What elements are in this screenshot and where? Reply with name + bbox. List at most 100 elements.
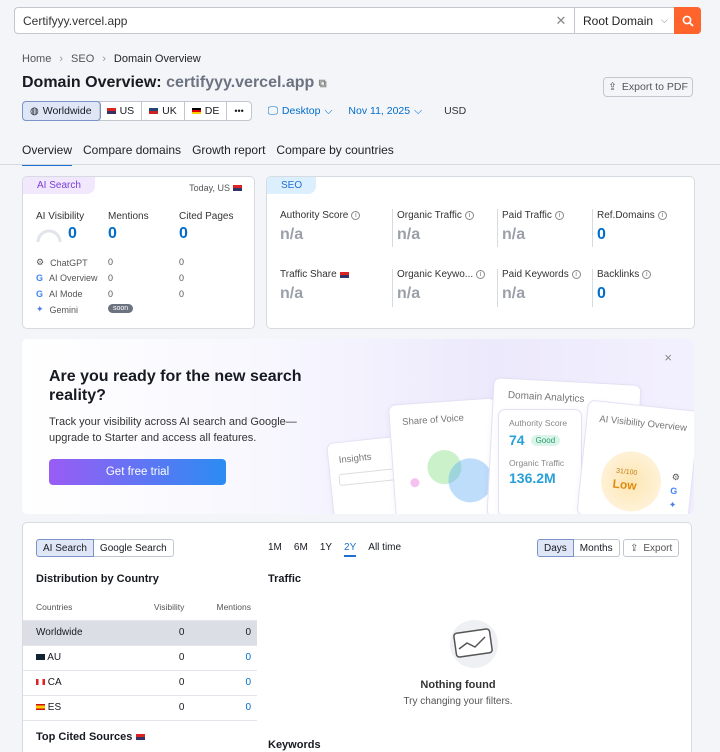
traffic-title: Traffic (268, 573, 302, 585)
ai-overview-cited[interactable]: 0 (179, 273, 184, 283)
get-free-trial-button[interactable]: Get free trial (49, 459, 226, 485)
close-icon[interactable]: × (664, 350, 672, 365)
banner-heading: Are you ready for the new search reality… (49, 368, 302, 404)
authority-mini-value: 74 (509, 432, 525, 448)
mentions-cell[interactable]: 0 (184, 695, 257, 721)
region-worldwide[interactable]: ◍ Worldwide (22, 101, 101, 121)
search-type-toggle: AI Search Google Search (36, 539, 174, 557)
period-1y[interactable]: 1Y (320, 542, 332, 557)
period-1m[interactable]: 1M (268, 542, 282, 557)
table-row[interactable]: CA 0 0 (23, 670, 257, 696)
export-pdf-button[interactable]: ⇪ Export to PDF (603, 77, 693, 97)
tab-compare-countries[interactable]: Compare by countries (276, 143, 393, 166)
search-input[interactable]: Certifyyy.vercel.app (15, 8, 548, 33)
device-select[interactable]: 🖵 Desktop ⌵ (268, 105, 333, 118)
table-row[interactable]: AU 0 0 (23, 645, 257, 671)
backlinks-value[interactable]: 0 (597, 285, 606, 303)
external-link-icon[interactable]: ⧉ (319, 78, 327, 90)
period-all-time[interactable]: All time (368, 542, 401, 557)
period-2y[interactable]: 2Y (344, 542, 357, 557)
paid-traffic-label: Paid Traffic i (502, 210, 564, 221)
date-label: Nov 11, 2025 (348, 105, 411, 117)
ai-card-meta: Today, US (189, 183, 242, 193)
gemini-icon: ✦ (668, 499, 677, 511)
metric-label: Organic Traffic (397, 210, 462, 221)
country-cell: AU (23, 645, 130, 671)
table-row[interactable]: Worldwide 0 0 (23, 620, 257, 646)
country-cell: CA (23, 670, 130, 696)
gauge-label: Low (611, 476, 638, 493)
chevron-down-icon: ⌵ (414, 104, 423, 117)
tab-growth-report[interactable]: Growth report (192, 143, 265, 166)
info-icon[interactable]: i (642, 270, 652, 279)
ai-mode-mentions[interactable]: 0 (108, 289, 113, 299)
clear-icon[interactable]: ✕ (548, 13, 574, 29)
table-row[interactable]: ES 0 0 (23, 695, 257, 721)
unit-months[interactable]: Months (573, 539, 620, 557)
metric-label: Organic Keywo... (397, 269, 474, 280)
info-icon[interactable]: i (464, 211, 474, 220)
paid-keywords-value: n/a (502, 285, 526, 302)
info-icon[interactable]: i (476, 270, 486, 279)
ai-mode-cited[interactable]: 0 (179, 289, 184, 299)
ref-domains-value[interactable]: 0 (597, 226, 606, 244)
mentions-cell[interactable]: 0 (184, 670, 257, 696)
us-flag-icon (233, 185, 242, 191)
ai-visibility-value[interactable]: 0 (68, 225, 77, 243)
nothing-found-subtitle: Try changing your filters. (403, 696, 513, 707)
divider (497, 209, 498, 247)
info-icon[interactable]: i (657, 211, 667, 220)
cited-title-text: Top Cited Sources (36, 731, 133, 743)
title-domain[interactable]: certifyyy.vercel.app (166, 74, 314, 91)
mentions-value[interactable]: 0 (108, 225, 117, 243)
ai-visibility-label: AI Visibility (36, 211, 85, 222)
region-uk[interactable]: UK (142, 102, 185, 120)
domain-search-bar: Certifyyy.vercel.app ✕ Root Domain ⌵ (14, 7, 701, 34)
chatgpt-cited[interactable]: 0 (179, 257, 184, 267)
toggle-ai-search[interactable]: AI Search (36, 539, 94, 557)
mentions-cell[interactable]: 0 (184, 645, 257, 671)
country-name: ES (47, 702, 62, 713)
more-regions-button[interactable]: ••• (227, 102, 250, 120)
info-icon[interactable]: i (351, 211, 361, 220)
period-6m[interactable]: 6M (294, 542, 308, 557)
col-countries: Countries (23, 595, 130, 621)
row-name: AI Mode (49, 289, 83, 299)
date-select[interactable]: Nov 11, 2025 ⌵ (348, 105, 422, 118)
organic-traffic-label: Organic Traffic i (397, 210, 474, 221)
country-name: CA (47, 677, 62, 688)
cited-pages-value[interactable]: 0 (179, 225, 188, 243)
divider (497, 269, 498, 307)
region-us[interactable]: US (100, 102, 143, 120)
tab-overview[interactable]: Overview (22, 143, 73, 166)
page-title: Domain Overview: certifyyy.vercel.app ⧉ (22, 74, 327, 92)
unit-toggle: Days Months (537, 539, 620, 557)
row-chatgpt: ⚙ ChatGPT (36, 257, 88, 268)
breadcrumb-seo[interactable]: SEO (71, 53, 94, 65)
info-icon[interactable]: i (571, 270, 581, 279)
tab-divider (0, 164, 720, 165)
chevron-down-icon: ⌵ (661, 15, 668, 25)
row-name: ChatGPT (50, 257, 88, 268)
breadcrumb-home[interactable]: Home (22, 53, 51, 65)
tab-compare-domains[interactable]: Compare domains (83, 143, 181, 166)
region-de[interactable]: DE (185, 102, 228, 120)
engine-icons: ⚙ G ✦ (668, 470, 680, 513)
chatgpt-mentions[interactable]: 0 (108, 257, 113, 267)
scope-select[interactable]: Root Domain ⌵ (574, 8, 674, 33)
ai-visibility-mini-card: AI Visibility Overview 31/100 Low ⚙ G ✦ (576, 399, 694, 514)
empty-chart-icon (450, 620, 498, 668)
backlinks-label: Backlinks i (597, 269, 652, 280)
ai-overview-mentions[interactable]: 0 (108, 273, 113, 283)
toggle-google-search[interactable]: Google Search (93, 539, 174, 557)
info-icon[interactable]: i (554, 211, 564, 220)
export-button[interactable]: ⇪ Export (623, 539, 680, 557)
desktop-icon: 🖵 (267, 104, 278, 117)
unit-days[interactable]: Days (537, 539, 574, 557)
visibility-cell: 0 (129, 645, 185, 671)
keywords-title: Keywords (268, 739, 321, 751)
export-pdf-label: Export to PDF (621, 81, 688, 93)
traffic-share-value: n/a (280, 285, 304, 302)
ca-flag-icon (36, 679, 45, 685)
search-button[interactable] (674, 7, 701, 34)
